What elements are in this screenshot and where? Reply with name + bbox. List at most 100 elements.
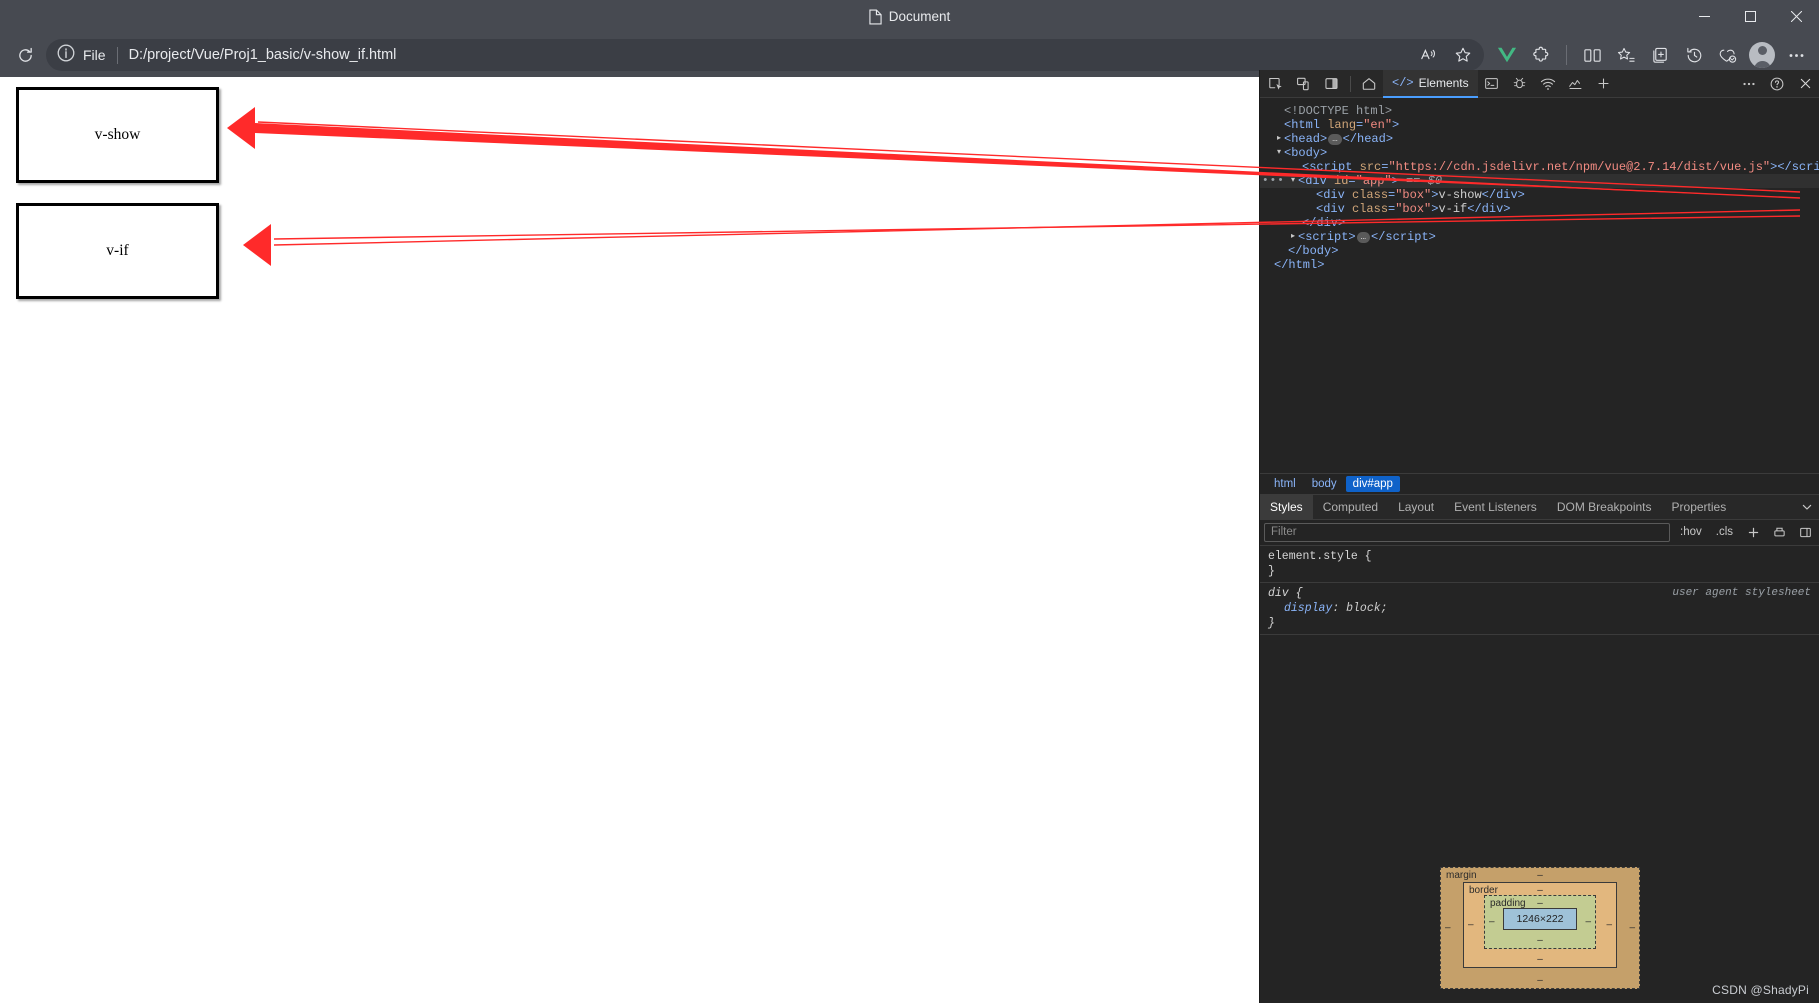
collapse-triangle-down-icon[interactable]: ▾ — [1288, 174, 1298, 188]
browser-settings-more-icon[interactable] — [1779, 38, 1813, 72]
selected-node-marker: == $0 — [1406, 174, 1443, 188]
div-box-vshow-text: v-show — [1438, 188, 1482, 202]
padding-right-value[interactable]: – — [1585, 917, 1591, 928]
home-icon[interactable] — [1355, 71, 1383, 97]
box-model-margin[interactable]: margin – – – – border – – – – padding – … — [1440, 867, 1640, 989]
tab-computed[interactable]: Computed — [1313, 495, 1388, 519]
url-text[interactable]: D:/project/Vue/Proj1_basic/v-show_if.htm… — [129, 47, 397, 63]
dom-node-doctype[interactable]: ▸<!DOCTYPE html> — [1260, 104, 1819, 118]
tab-elements-label: Elements — [1418, 75, 1469, 90]
file-scheme-label: File — [83, 47, 106, 63]
breadcrumb-item-html[interactable]: html — [1267, 476, 1303, 492]
border-bottom-value[interactable]: – — [1537, 954, 1543, 965]
rule-declaration[interactable]: display: block; — [1268, 601, 1811, 616]
padding-top-value[interactable]: – — [1537, 898, 1543, 909]
dom-node-script-src[interactable]: <script src = "https://cdn.jsdelivr.net/np… — [1260, 160, 1819, 174]
browser-tab[interactable]: Document — [869, 8, 950, 25]
padding-left-value[interactable]: – — [1489, 917, 1495, 928]
border-right-value[interactable]: – — [1606, 920, 1612, 931]
expand-triangle-right-icon[interactable]: ▸ — [1288, 230, 1298, 244]
script-src-attr: src — [1359, 160, 1382, 174]
node-menu-dots-icon[interactable]: ••• — [1262, 176, 1285, 187]
tab-event-listeners[interactable]: Event Listeners — [1444, 495, 1547, 519]
box-model-border[interactable]: border – – – – padding – – – – 1246×222 — [1463, 882, 1617, 968]
dom-node-body-open[interactable]: ▾ <body> — [1260, 146, 1819, 160]
devtools-more-icon[interactable] — [1735, 71, 1763, 97]
dom-node-v-if[interactable]: <div class = "box" > v-if </div> — [1260, 202, 1819, 216]
maximize-button[interactable] — [1727, 0, 1773, 33]
dom-tree[interactable]: ▸<!DOCTYPE html> ▸<html lang="en"> ▸<hea… — [1260, 98, 1819, 473]
box-model-content-size[interactable]: 1246×222 — [1503, 908, 1577, 930]
collapsed-content-badge[interactable]: … — [1328, 133, 1342, 145]
computed-sidebar-toggle-icon[interactable] — [1795, 526, 1815, 539]
new-style-rule-plus-icon[interactable] — [1743, 526, 1763, 539]
minimize-button[interactable] — [1681, 0, 1727, 33]
breadcrumb-item-div-app[interactable]: div#app — [1345, 475, 1400, 492]
dom-node-head[interactable]: ▸ <head>… </head> — [1260, 132, 1819, 146]
omnibox-divider — [116, 46, 118, 64]
style-rule-div[interactable]: user agent stylesheet div { display: blo… — [1260, 583, 1819, 635]
vue-devtools-icon[interactable] — [1490, 38, 1524, 72]
dom-node-script-inline[interactable]: ▸ <script >… </script> — [1260, 230, 1819, 244]
history-clock-icon[interactable] — [1677, 38, 1711, 72]
tab-layout[interactable]: Layout — [1388, 495, 1444, 519]
html-lang-attr: lang — [1327, 118, 1357, 132]
tab-properties[interactable]: Properties — [1662, 495, 1737, 519]
style-rule-element-style[interactable]: element.style { } — [1260, 546, 1819, 583]
expand-triangle-right-icon[interactable]: ▸ — [1274, 132, 1284, 146]
dom-node-html-close[interactable]: </html> — [1260, 258, 1819, 272]
box-model-padding[interactable]: padding – – – – 1246×222 — [1484, 895, 1596, 949]
margin-bottom-value[interactable]: – — [1537, 975, 1543, 986]
read-aloud-icon[interactable] — [1412, 38, 1446, 72]
browser-essentials-icon[interactable] — [1711, 38, 1745, 72]
hover-state-button[interactable]: :hov — [1676, 526, 1706, 538]
close-button[interactable] — [1773, 0, 1819, 33]
network-wifi-icon[interactable] — [1534, 71, 1562, 97]
tab-dom-breakpoints[interactable]: DOM Breakpoints — [1547, 495, 1662, 519]
print-preview-icon[interactable] — [1769, 526, 1789, 539]
help-question-icon[interactable] — [1763, 71, 1791, 97]
border-left-value[interactable]: – — [1468, 920, 1474, 931]
script-open-tag: <script — [1302, 160, 1353, 174]
div-box-vif-text: v-if — [1438, 202, 1468, 216]
class-toggle-button[interactable]: .cls — [1712, 526, 1737, 538]
box-model-padding-label: padding — [1490, 898, 1526, 909]
address-bar[interactable]: File D:/project/Vue/Proj1_basic/v-show_i… — [46, 39, 1484, 71]
info-circle-icon[interactable] — [56, 43, 76, 68]
margin-right-value[interactable]: – — [1629, 923, 1635, 934]
window-title-bar: Document — [0, 0, 1819, 33]
dom-node-body-close[interactable]: </body> — [1260, 244, 1819, 258]
favorite-star-icon[interactable] — [1446, 38, 1480, 72]
dock-side-icon[interactable] — [1318, 71, 1346, 97]
dom-node-html-open[interactable]: ▸<html lang="en"> — [1260, 118, 1819, 132]
dom-node-v-show[interactable]: <div class = "box" > v-show </div> — [1260, 188, 1819, 202]
console-icon[interactable] — [1478, 71, 1506, 97]
inspect-element-icon[interactable] — [1262, 71, 1290, 97]
margin-left-value[interactable]: – — [1445, 923, 1451, 934]
collections-icon[interactable] — [1643, 38, 1677, 72]
div-class-attr: class — [1352, 202, 1389, 216]
styles-filter-input[interactable] — [1264, 522, 1670, 542]
reload-icon[interactable] — [8, 38, 42, 72]
split-screen-icon[interactable] — [1575, 38, 1609, 72]
device-toolbar-icon[interactable] — [1290, 71, 1318, 97]
margin-top-value[interactable]: – — [1537, 870, 1543, 881]
performance-icon[interactable] — [1562, 71, 1590, 97]
collapsed-content-badge[interactable]: … — [1356, 231, 1371, 243]
window-controls — [1681, 0, 1819, 33]
tab-elements[interactable]: </> Elements — [1383, 69, 1478, 98]
extensions-puzzle-icon[interactable] — [1524, 38, 1558, 72]
favorites-list-icon[interactable] — [1609, 38, 1643, 72]
dom-node-div-app[interactable]: ••• ▾ <div id = "app" > == $0 — [1260, 174, 1819, 188]
tab-styles[interactable]: Styles — [1260, 494, 1313, 519]
sources-bug-icon[interactable] — [1506, 71, 1534, 97]
devtools-toolbar: </> Elements — [1260, 69, 1819, 98]
chevron-down-icon[interactable] — [1795, 495, 1819, 519]
collapse-triangle-down-icon[interactable]: ▾ — [1274, 146, 1284, 160]
add-panel-icon[interactable] — [1590, 71, 1618, 97]
padding-bottom-value[interactable]: – — [1537, 935, 1543, 946]
dom-node-div-app-close[interactable]: </div> — [1260, 216, 1819, 230]
profile-avatar[interactable] — [1745, 38, 1779, 72]
breadcrumb-item-body[interactable]: body — [1305, 476, 1344, 492]
devtools-close-icon[interactable] — [1791, 71, 1819, 97]
